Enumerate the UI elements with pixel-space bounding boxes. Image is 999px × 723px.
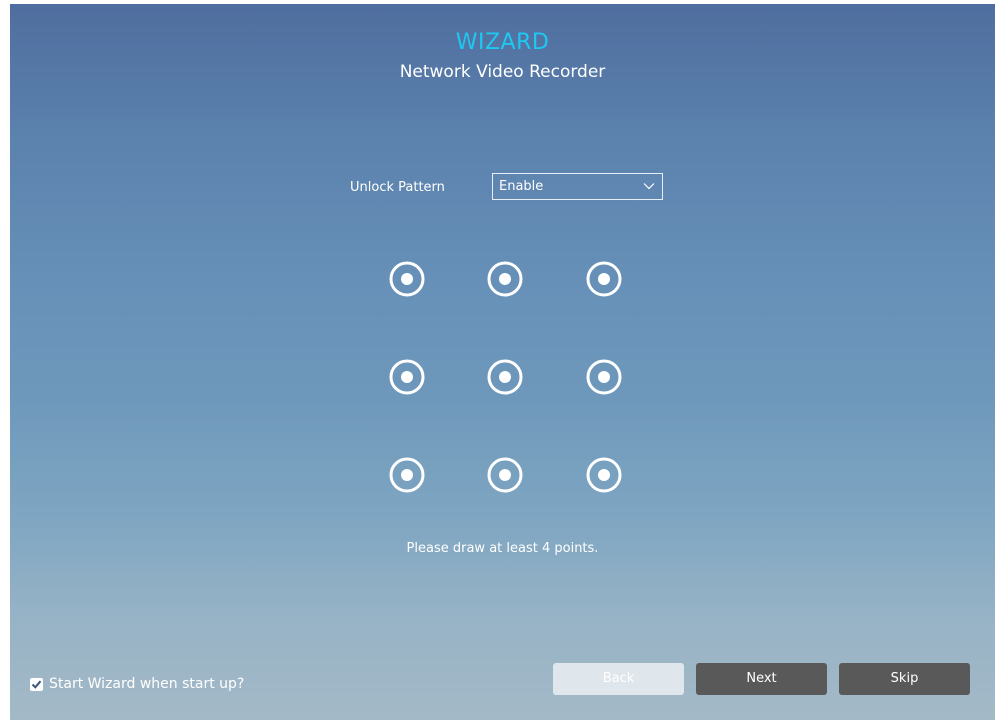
unlock-pattern-value: Enable bbox=[499, 179, 544, 194]
pattern-grid bbox=[10, 4, 995, 720]
next-button[interactable]: Next bbox=[696, 663, 827, 695]
skip-button[interactable]: Skip bbox=[839, 663, 970, 695]
wizard-title: WIZARD bbox=[455, 30, 550, 55]
pattern-point[interactable] bbox=[387, 357, 427, 397]
pattern-point[interactable] bbox=[485, 357, 525, 397]
chevron-down-icon bbox=[643, 183, 655, 190]
pattern-point[interactable] bbox=[387, 259, 427, 299]
pattern-point[interactable] bbox=[584, 259, 624, 299]
pattern-hint: Please draw at least 4 points. bbox=[406, 541, 599, 556]
start-wizard-checkbox[interactable]: Start Wizard when start up? bbox=[30, 676, 244, 692]
pattern-point[interactable] bbox=[485, 455, 525, 495]
checkbox-checked-icon[interactable] bbox=[30, 677, 43, 691]
unlock-pattern-label: Unlock Pattern bbox=[350, 180, 445, 195]
back-button[interactable]: Back bbox=[553, 663, 684, 695]
start-wizard-label: Start Wizard when start up? bbox=[49, 676, 245, 692]
pattern-point[interactable] bbox=[584, 357, 624, 397]
wizard-screen: WIZARD Network Video Recorder Unlock Pat… bbox=[10, 4, 995, 720]
unlock-pattern-select[interactable]: Enable bbox=[492, 173, 663, 200]
pattern-point[interactable] bbox=[485, 259, 525, 299]
pattern-point[interactable] bbox=[584, 455, 624, 495]
pattern-point[interactable] bbox=[387, 455, 427, 495]
wizard-subtitle: Network Video Recorder bbox=[399, 62, 606, 82]
